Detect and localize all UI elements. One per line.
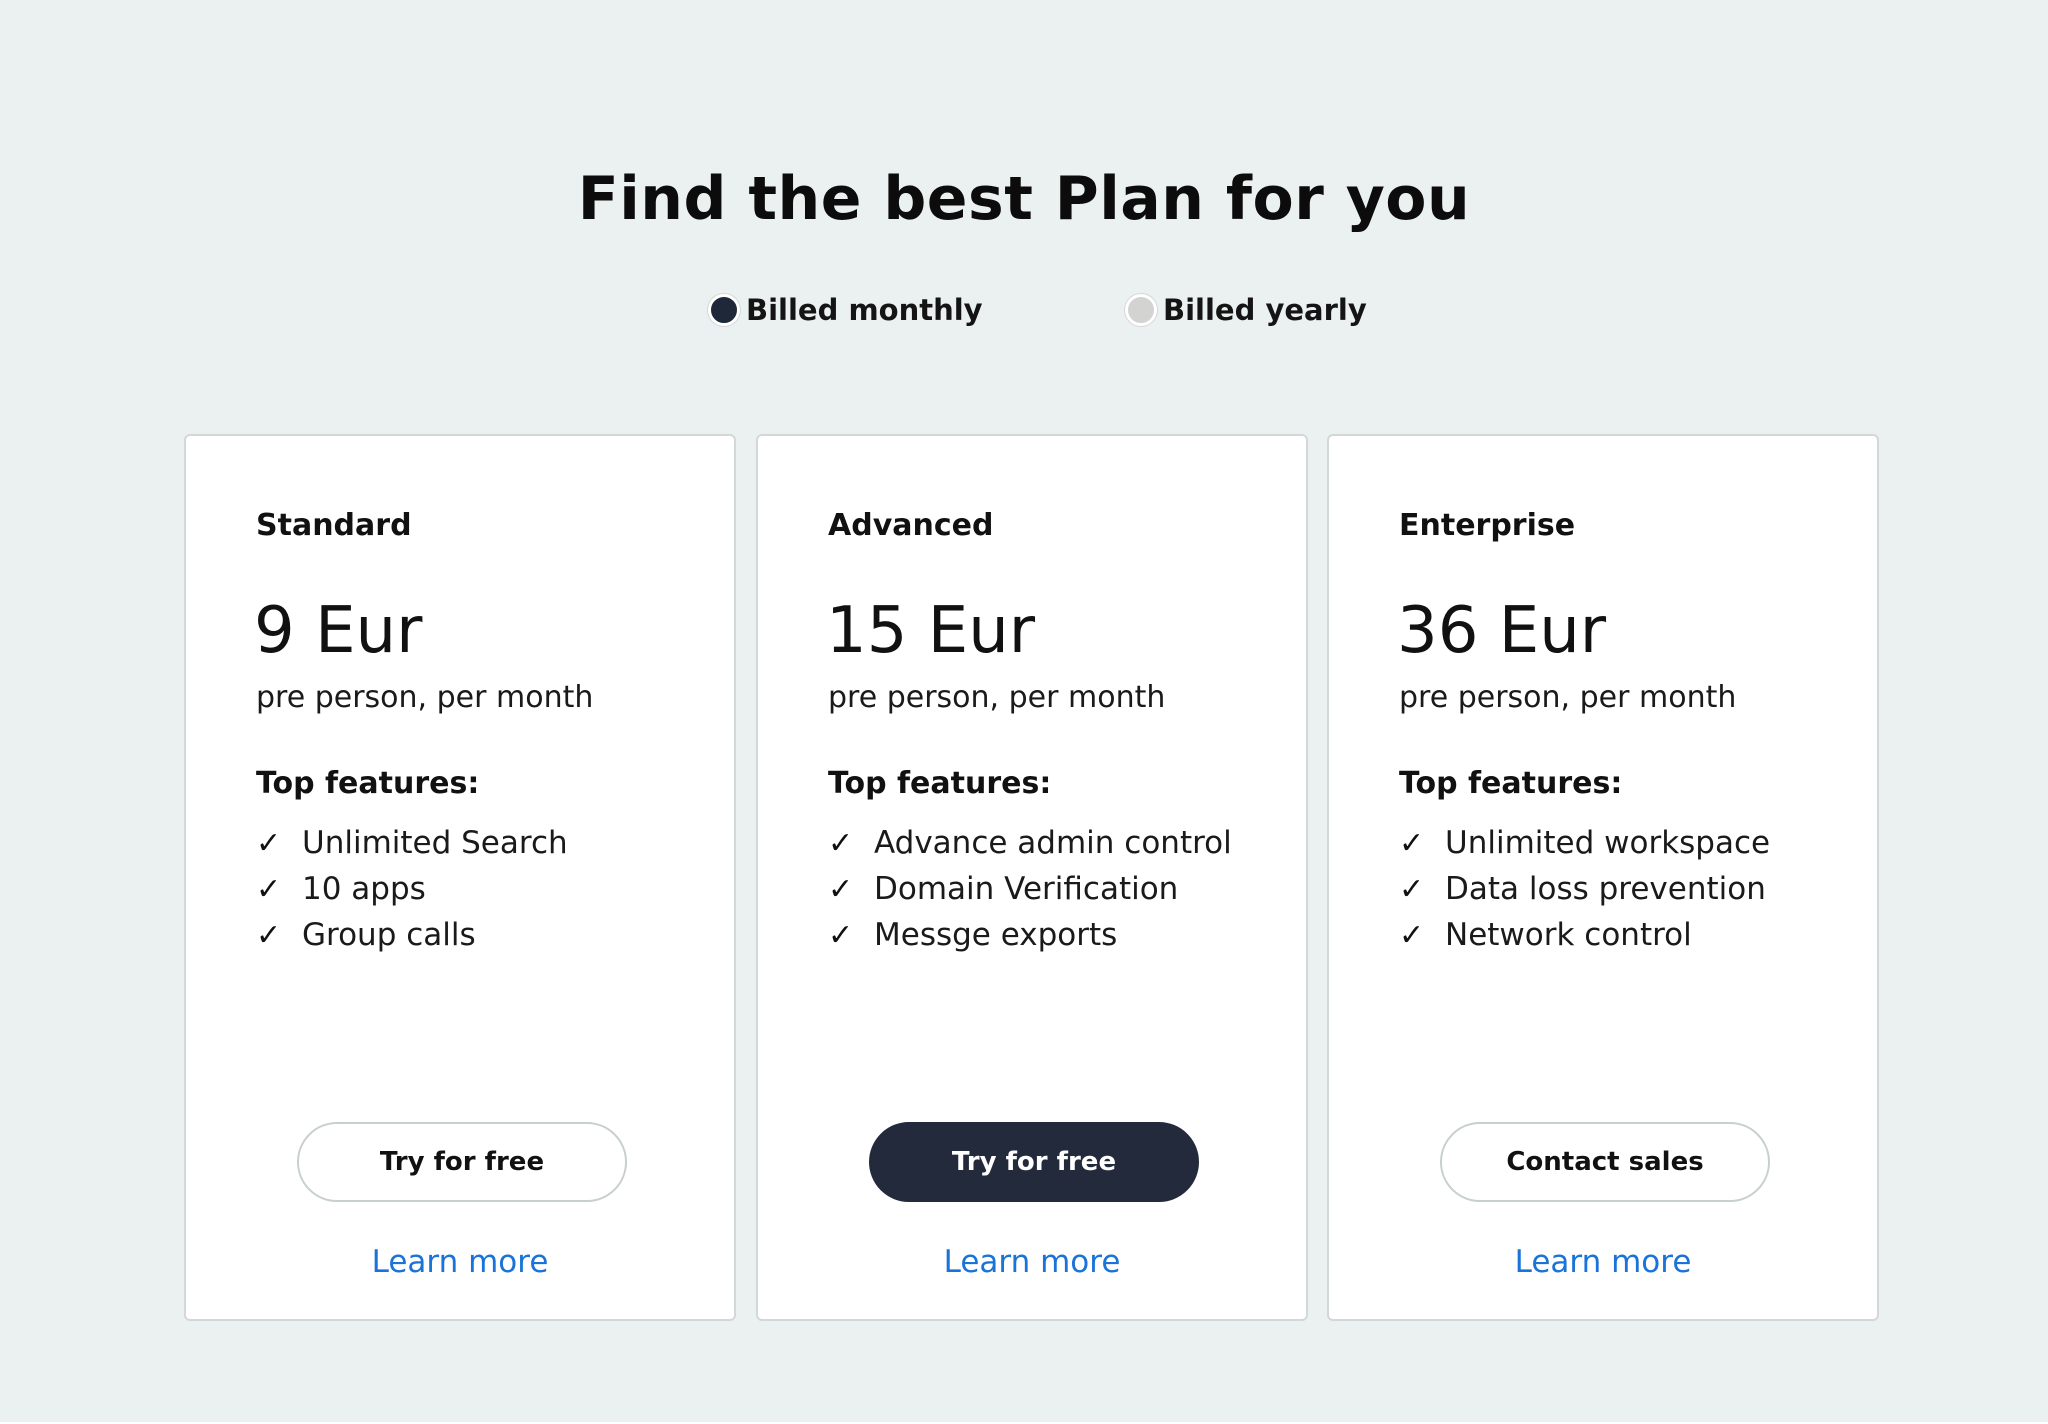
feature-item: ✓ Messge exports	[828, 912, 1232, 958]
plan-name: Enterprise	[1399, 508, 1576, 543]
check-icon: ✓	[1399, 871, 1425, 907]
check-icon: ✓	[828, 917, 854, 953]
page: Find the best Plan for you Billed monthl…	[0, 0, 2048, 1424]
plan-name: Advanced	[828, 508, 994, 543]
features-list: ✓ Advance admin control ✓ Domain Verific…	[828, 820, 1232, 958]
feature-item: ✓ Domain Verification	[828, 866, 1232, 912]
plan-card-advanced: Advanced 15 Eur pre person, per month To…	[756, 434, 1308, 1321]
plan-price-note: pre person, per month	[1399, 680, 1737, 715]
page-title: Find the best Plan for you	[577, 164, 1471, 234]
billing-option-label: Billed yearly	[1163, 293, 1367, 327]
radio-unselected-icon[interactable]	[1125, 294, 1157, 326]
try-for-free-button[interactable]: Try for free	[297, 1122, 627, 1202]
check-icon: ✓	[256, 871, 282, 907]
feature-label: Messge exports	[874, 917, 1118, 953]
billing-toggle: Billed monthly Billed yearly	[0, 290, 2048, 340]
feature-item: ✓ Unlimited Search	[256, 820, 568, 866]
feature-item: ✓ 10 apps	[256, 866, 568, 912]
billing-option-monthly[interactable]: Billed monthly	[708, 290, 983, 330]
check-icon: ✓	[828, 825, 854, 861]
plan-price: 9 Eur	[254, 594, 423, 668]
pricing-section: Find the best Plan for you Billed monthl…	[0, 0, 2048, 1422]
feature-label: Unlimited Search	[302, 825, 568, 861]
billing-option-label: Billed monthly	[746, 293, 983, 327]
feature-label: Data loss prevention	[1445, 871, 1766, 907]
check-icon: ✓	[256, 917, 282, 953]
plan-price-note: pre person, per month	[828, 680, 1166, 715]
plan-card-enterprise: Enterprise 36 Eur pre person, per month …	[1327, 434, 1879, 1321]
check-icon: ✓	[1399, 917, 1425, 953]
learn-more-link[interactable]: Learn more	[758, 1244, 1306, 1280]
plan-price: 15 Eur	[826, 594, 1036, 668]
feature-label: Advance admin control	[874, 825, 1232, 861]
plan-price: 36 Eur	[1397, 594, 1607, 668]
contact-sales-button[interactable]: Contact sales	[1440, 1122, 1770, 1202]
check-icon: ✓	[1399, 825, 1425, 861]
feature-item: ✓ Network control	[1399, 912, 1770, 958]
feature-item: ✓ Advance admin control	[828, 820, 1232, 866]
try-for-free-button[interactable]: Try for free	[869, 1122, 1199, 1202]
feature-item: ✓ Data loss prevention	[1399, 866, 1770, 912]
features-heading: Top features:	[828, 766, 1052, 801]
features-heading: Top features:	[1399, 766, 1623, 801]
check-icon: ✓	[828, 871, 854, 907]
feature-label: Domain Verification	[874, 871, 1179, 907]
feature-label: 10 apps	[302, 871, 426, 907]
feature-label: Network control	[1445, 917, 1692, 953]
feature-item: ✓ Unlimited workspace	[1399, 820, 1770, 866]
feature-item: ✓ Group calls	[256, 912, 568, 958]
radio-selected-icon[interactable]	[708, 294, 740, 326]
learn-more-link[interactable]: Learn more	[186, 1244, 734, 1280]
feature-label: Group calls	[302, 917, 476, 953]
plan-price-note: pre person, per month	[256, 680, 594, 715]
plan-name: Standard	[256, 508, 412, 543]
feature-label: Unlimited workspace	[1445, 825, 1771, 861]
features-list: ✓ Unlimited Search ✓ 10 apps ✓ Group cal…	[256, 820, 568, 958]
billing-option-yearly[interactable]: Billed yearly	[1125, 290, 1367, 330]
features-list: ✓ Unlimited workspace ✓ Data loss preven…	[1399, 820, 1770, 958]
learn-more-link[interactable]: Learn more	[1329, 1244, 1877, 1280]
features-heading: Top features:	[256, 766, 480, 801]
plan-card-standard: Standard 9 Eur pre person, per month Top…	[184, 434, 736, 1321]
check-icon: ✓	[256, 825, 282, 861]
